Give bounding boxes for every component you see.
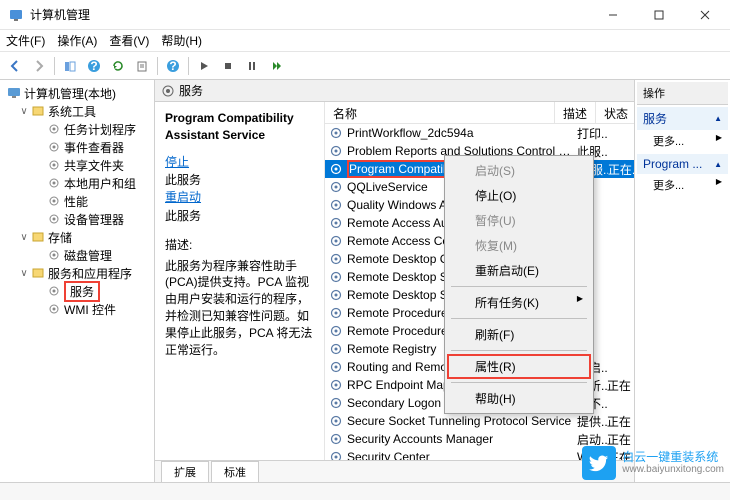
context-menu: 启动(S)停止(O)暂停(U)恢复(M)重新启动(E) 所有任务(K) 刷新(F) 属… [444,155,594,414]
center-header: 服务 [155,80,634,102]
show-hide-button[interactable] [59,55,81,77]
gear-icon [329,342,345,356]
tree-root[interactable]: 计算机管理(本地) [2,84,152,102]
tree-item[interactable]: 性能 [2,192,152,210]
gear-icon [329,270,345,284]
export-button[interactable] [131,55,153,77]
bird-icon [582,446,616,480]
computer-icon [6,85,22,101]
gear-icon [329,162,345,176]
tree-group[interactable]: ∨系统工具 [2,102,152,120]
action-group-title: Program ...▲ [637,154,728,174]
tree-group[interactable]: ∨服务和应用程序 [2,264,152,282]
gear-icon [329,198,345,212]
tree-item[interactable]: 事件查看器 [2,138,152,156]
nav-tree: 计算机管理(本地) ∨系统工具任务计划程序事件查看器共享文件夹本地用户和组性能设… [0,80,155,482]
gear-icon [161,84,175,98]
context-menu-item[interactable]: 属性(R) [447,354,591,379]
menu-file[interactable]: 文件(F) [6,32,45,49]
service-row[interactable]: PrintWorkflow_2dc594a打印... [325,124,634,142]
play-button[interactable] [193,55,215,77]
col-desc[interactable]: 描述 [555,102,596,123]
action-item[interactable]: 更多... ▶ [637,130,728,152]
help2-button[interactable]: ? [162,55,184,77]
tab-standard[interactable]: 标准 [211,461,259,482]
col-status[interactable]: 状态 [596,102,634,123]
context-menu-item[interactable]: 重新启动(E) [447,258,591,283]
tree-item[interactable]: 任务计划程序 [2,120,152,138]
action-item[interactable]: 更多... ▶ [637,174,728,196]
menu-bar: 文件(F) 操作(A) 查看(V) 帮助(H) [0,30,730,52]
back-button[interactable] [4,55,26,77]
maximize-button[interactable] [636,0,682,30]
help-button[interactable]: ? [83,55,105,77]
actions-header: 操作 [637,82,728,105]
context-menu-item: 启动(S) [447,158,591,183]
gear-icon [329,396,345,410]
tree-group[interactable]: ∨存储 [2,228,152,246]
desc-label: 描述: [165,237,314,254]
service-name: Program Compatibility Assistant Service [165,110,314,144]
menu-help[interactable]: 帮助(H) [161,32,202,49]
list-header: 名称 描述 状态 [325,102,634,124]
stop-button[interactable] [217,55,239,77]
refresh-button[interactable] [107,55,129,77]
context-menu-item[interactable]: 停止(O) [447,183,591,208]
gear-icon [329,234,345,248]
tree-item[interactable]: 服务 [2,282,152,300]
tree-item[interactable]: 共享文件夹 [2,156,152,174]
tree-item[interactable]: WMI 控件 [2,300,152,318]
title-bar: 计算机管理 [0,0,730,30]
gear-icon [329,378,345,392]
tree-item[interactable]: 磁盘管理 [2,246,152,264]
gear-icon [329,360,345,374]
restart-button[interactable] [265,55,287,77]
close-button[interactable] [682,0,728,30]
gear-icon [329,216,345,230]
restart-link[interactable]: 重启动 [165,189,314,206]
gear-icon [329,144,345,158]
svg-text:?: ? [169,59,176,73]
forward-button[interactable] [28,55,50,77]
pause-button[interactable] [241,55,263,77]
desc-text: 此服务为程序兼容性助手(PCA)提供支持。PCA 监视由用户安装和运行的程序，并… [165,258,314,359]
detail-panel: Program Compatibility Assistant Service … [155,102,325,460]
tree-item[interactable]: 设备管理器 [2,210,152,228]
gear-icon [329,306,345,320]
stop-link[interactable]: 停止 [165,154,314,171]
context-menu-item[interactable]: 帮助(H) [447,386,591,411]
svg-text:?: ? [90,59,97,73]
context-menu-item: 恢复(M) [447,233,591,258]
gear-icon [329,252,345,266]
gear-icon [329,414,345,428]
gear-icon [329,288,345,302]
gear-icon [329,432,345,446]
col-name[interactable]: 名称 [325,102,555,123]
menu-action[interactable]: 操作(A) [57,32,97,49]
toolbar: ? ? [0,52,730,80]
status-bar [0,482,730,500]
service-row[interactable]: Secure Socket Tunneling Protocol Service… [325,412,634,430]
window-title: 计算机管理 [30,6,590,23]
gear-icon [329,180,345,194]
context-menu-item[interactable]: 刷新(F) [447,322,591,347]
watermark: 白云一键重装系统 www.baiyunxitong.com [582,446,724,480]
context-menu-item[interactable]: 所有任务(K) [447,290,591,315]
gear-icon [329,126,345,140]
tab-extended[interactable]: 扩展 [161,461,209,482]
gear-icon [329,324,345,338]
gear-icon [329,450,345,460]
tabs: 扩展 标准 [155,460,634,482]
app-icon [8,7,24,23]
context-menu-item: 暂停(U) [447,208,591,233]
minimize-button[interactable] [590,0,636,30]
menu-view[interactable]: 查看(V) [109,32,149,49]
action-group-title: 服务▲ [637,107,728,130]
tree-item[interactable]: 本地用户和组 [2,174,152,192]
